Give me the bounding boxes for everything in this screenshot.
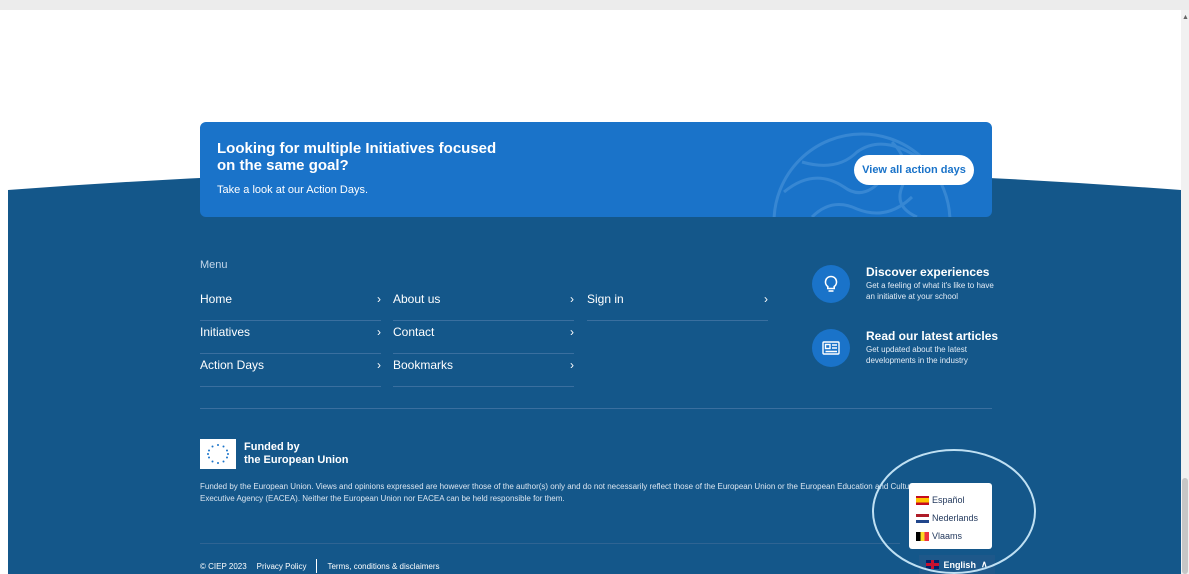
menu-item-label: Bookmarks: [393, 358, 454, 372]
chevron-up-icon: ∧: [980, 559, 988, 569]
chevron-right-icon: ›: [570, 358, 574, 372]
current-language-label: English: [943, 559, 976, 570]
menu-heading: Menu: [200, 259, 228, 271]
language-option-nl[interactable]: Nederlands: [909, 509, 992, 527]
language-option-label: Nederlands: [932, 513, 979, 523]
funded-by-eu-label: Funded by the European Union: [244, 441, 374, 467]
netherlands-flag-icon: [916, 513, 929, 523]
menu-item-about-us[interactable]: About us ›: [393, 288, 574, 321]
menu-item-label: Home: [200, 292, 233, 306]
spain-flag-icon: [916, 495, 929, 505]
newspaper-icon: [812, 329, 850, 367]
terms-link[interactable]: Terms, conditions & disclaimers: [327, 562, 439, 571]
view-all-action-days-button[interactable]: View all action days: [854, 155, 974, 185]
chevron-right-icon: ›: [377, 325, 381, 339]
feature-title: Read our latest articles: [866, 329, 999, 343]
menu-item-initiatives[interactable]: Initiatives ›: [200, 321, 381, 354]
banner-subtitle: Take a look at our Action Days.: [217, 184, 369, 196]
belgium-flag-icon: [916, 531, 929, 541]
bottom-links: © CIEP 2023 Privacy Policy Terms, condit…: [200, 559, 440, 573]
feature-description: Get updated about the latest development…: [866, 345, 968, 365]
menu-item-label: Initiatives: [200, 325, 251, 339]
scroll-up-arrow-icon[interactable]: ▲: [1182, 14, 1189, 22]
menu-item-label: Sign in: [587, 292, 624, 306]
chevron-right-icon: ›: [377, 358, 381, 372]
language-option-be[interactable]: Vlaams: [909, 527, 992, 545]
privacy-policy-link[interactable]: Privacy Policy: [257, 562, 307, 571]
scrollbar-thumb[interactable]: [1182, 478, 1188, 574]
bottom-divider: [200, 543, 900, 544]
menu-item-label: Action Days: [200, 358, 265, 372]
language-dropdown-menu: Español Nederlands Vlaams: [909, 483, 992, 549]
banner-title: Looking for multiple Initiatives focused…: [217, 140, 497, 174]
language-selector-button[interactable]: English ∧: [919, 555, 995, 574]
link-separator: [316, 559, 318, 573]
menu-item-contact[interactable]: Contact ›: [393, 321, 574, 354]
eu-disclaimer: Funded by the European Union. Views and …: [200, 482, 917, 503]
uk-flag-icon: [926, 560, 940, 569]
chevron-right-icon: ›: [570, 325, 574, 339]
menu-item-action-days[interactable]: Action Days ›: [200, 354, 381, 387]
chevron-right-icon: ›: [570, 292, 574, 306]
menu-item-sign-in[interactable]: Sign in ›: [587, 288, 768, 321]
lightbulb-icon: [812, 265, 850, 303]
language-option-label: Vlaams: [932, 531, 963, 541]
european-union-line: the European Union: [244, 454, 349, 466]
menu-item-label: Contact: [393, 325, 435, 339]
action-days-banner: Looking for multiple Initiatives focused…: [200, 122, 992, 217]
menu-item-bookmarks[interactable]: Bookmarks ›: [393, 354, 574, 387]
eu-flag-logo: [200, 439, 236, 469]
menu-item-label: About us: [393, 292, 441, 306]
feature-description: Get a feeling of what it's like to have …: [866, 281, 994, 301]
browser-top-strip: [0, 0, 1189, 10]
chevron-right-icon: ›: [764, 292, 768, 306]
menu-item-home[interactable]: Home ›: [200, 288, 381, 321]
feature-title: Discover experiences: [866, 265, 990, 279]
footer-background: [8, 168, 1181, 574]
copyright: © CIEP 2023: [200, 561, 247, 571]
footer-divider: [200, 408, 992, 409]
language-option-label: Español: [932, 495, 965, 505]
language-option-es[interactable]: Español: [909, 491, 992, 509]
funded-by-line: Funded by: [244, 441, 300, 453]
chevron-right-icon: ›: [377, 292, 381, 306]
